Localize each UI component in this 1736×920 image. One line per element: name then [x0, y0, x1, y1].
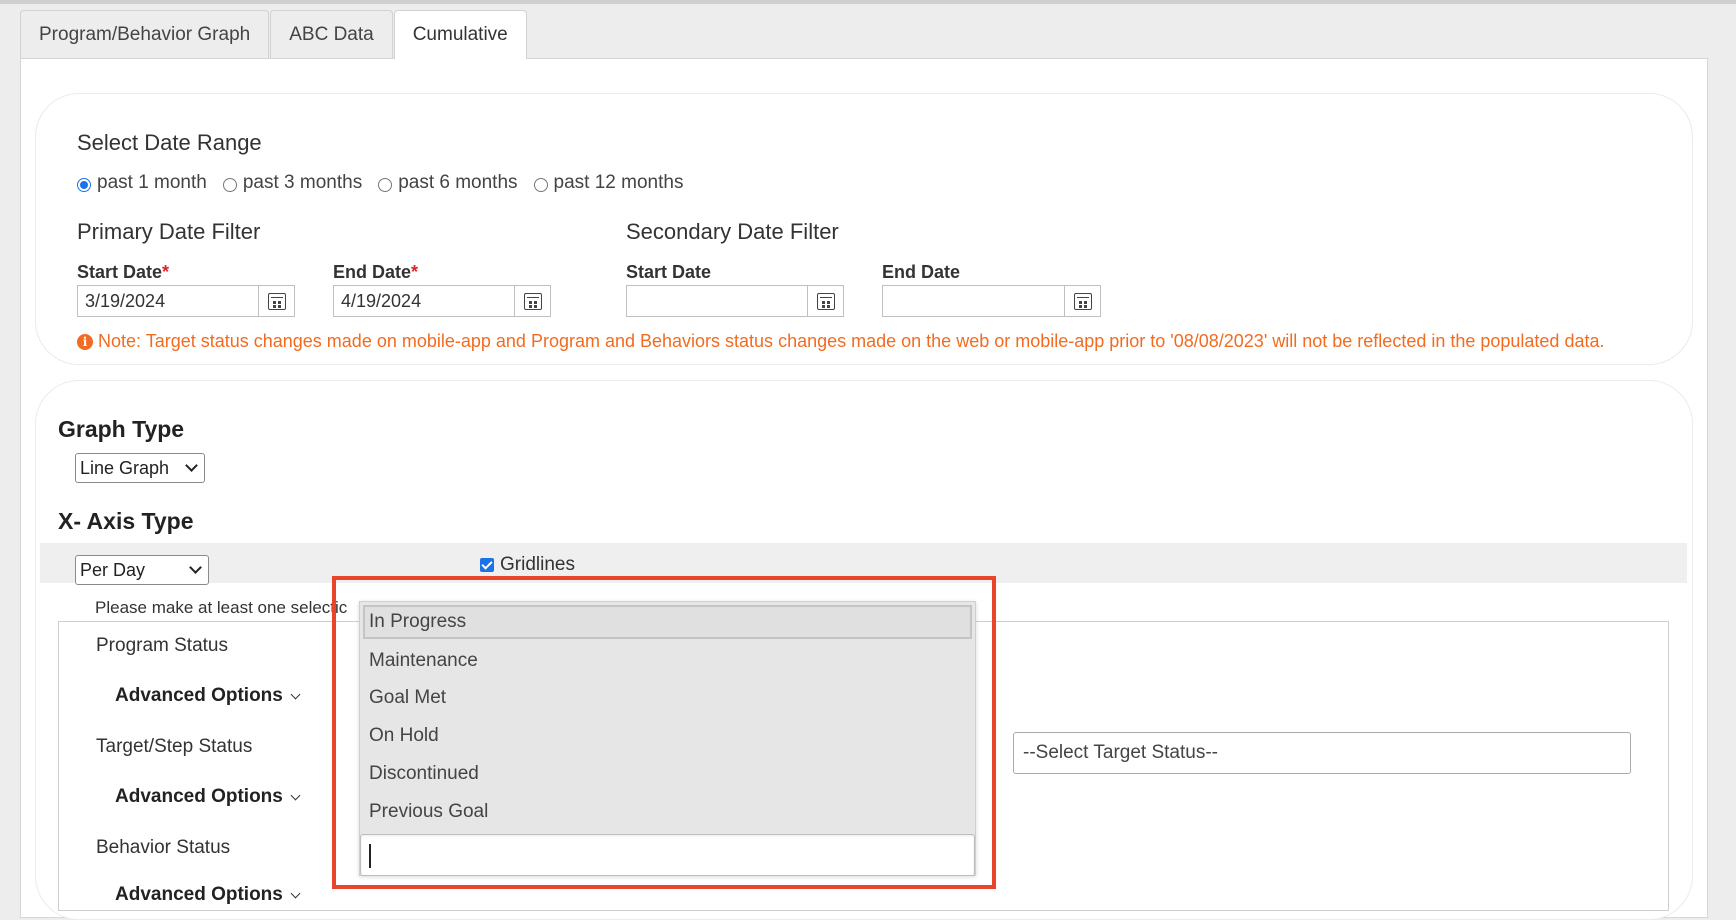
calendar-icon[interactable]: [514, 286, 550, 316]
radio-label: past 3 months: [242, 172, 363, 193]
advanced-options-label: Advanced Options: [115, 786, 283, 807]
secondary-end-date-label: End Date: [882, 262, 961, 282]
info-icon: i: [77, 333, 93, 350]
tab-cumulative[interactable]: Cumulative: [393, 10, 527, 59]
tab-program-behavior-graph[interactable]: Program/Behavior Graph: [20, 10, 270, 58]
date-range-title: Select Date Range: [77, 130, 262, 155]
calendar-icon[interactable]: [807, 286, 843, 316]
note-text: Note: Target status changes made on mobi…: [98, 331, 1605, 351]
x-axis-type-select[interactable]: Per Day: [75, 555, 209, 585]
date-range-radio-group: past 1 month past 3 months past 6 months…: [77, 172, 699, 194]
primary-start-date-field[interactable]: 3/19/2024: [77, 285, 295, 317]
x-axis-type-title: X- Axis Type: [58, 508, 194, 534]
radio-label: past 1 month: [97, 172, 207, 193]
radio-button[interactable]: [533, 178, 548, 192]
primary-start-date-label: Start Date*: [77, 262, 169, 283]
behavior-status-label: Behavior Status: [96, 837, 231, 858]
target-status-label: Target/Step Status: [96, 736, 253, 757]
data-note: i Note: Target status changes made on mo…: [77, 331, 1604, 352]
radio-past-12-months[interactable]: past 12 months: [533, 172, 684, 194]
program-status-label: Program Status: [96, 635, 228, 656]
radio-button[interactable]: [222, 178, 237, 192]
secondary-start-date-field[interactable]: [626, 285, 844, 317]
chevron-down-icon: [290, 689, 301, 699]
calendar-icon[interactable]: [258, 286, 294, 316]
tab-bar: Program/Behavior Graph ABC Data Cumulati…: [20, 10, 528, 59]
radio-button[interactable]: [378, 178, 393, 192]
radio-past-1-month[interactable]: past 1 month: [77, 172, 207, 194]
target-status-select[interactable]: --Select Target Status--: [1013, 732, 1631, 774]
tab-abc-data[interactable]: ABC Data: [270, 10, 393, 58]
calendar-icon[interactable]: [1064, 286, 1100, 316]
graph-type-value: Line Graph: [80, 457, 170, 478]
primary-end-date-field[interactable]: 4/19/2024: [333, 285, 551, 317]
selection-hint: Please make at least one selectic: [95, 598, 348, 617]
radio-past-6-months[interactable]: past 6 months: [378, 172, 518, 194]
required-mark: *: [162, 262, 170, 282]
chevron-down-icon: [185, 459, 198, 472]
program-advanced-options[interactable]: Advanced Options: [115, 685, 301, 707]
secondary-end-date-field[interactable]: [882, 285, 1101, 317]
date-value[interactable]: [883, 286, 1064, 316]
x-axis-type-value: Per Day: [80, 559, 146, 580]
gridlines-checkbox-row[interactable]: Gridlines: [480, 554, 575, 576]
radio-past-3-months[interactable]: past 3 months: [222, 172, 363, 194]
primary-end-date-label: End Date*: [333, 262, 418, 283]
label-text: Start Date: [77, 262, 163, 282]
date-value[interactable]: [627, 286, 807, 316]
secondary-start-date-label: Start Date: [626, 262, 712, 282]
required-mark: *: [411, 262, 419, 282]
behavior-advanced-options[interactable]: Advanced Options: [115, 884, 301, 906]
advanced-options-label: Advanced Options: [115, 685, 283, 706]
advanced-options-label: Advanced Options: [115, 884, 283, 905]
label-text: End Date: [333, 262, 412, 282]
graph-type-select[interactable]: Line Graph: [75, 453, 205, 483]
date-range-card: [35, 93, 1693, 365]
target-advanced-options[interactable]: Advanced Options: [115, 786, 301, 808]
radio-button[interactable]: [77, 178, 91, 192]
graph-type-title: Graph Type: [58, 416, 185, 442]
chevron-down-icon: [290, 790, 301, 800]
highlight-annotation: [332, 576, 996, 889]
gridlines-label: Gridlines: [500, 554, 575, 575]
primary-date-filter-title: Primary Date Filter: [77, 219, 261, 244]
chevron-down-icon: [189, 561, 202, 574]
date-value[interactable]: 3/19/2024: [78, 286, 258, 316]
gridlines-checkbox[interactable]: [480, 558, 494, 572]
radio-label: past 12 months: [553, 172, 684, 193]
radio-label: past 6 months: [398, 172, 518, 193]
secondary-date-filter-title: Secondary Date Filter: [626, 219, 839, 244]
date-value[interactable]: 4/19/2024: [334, 286, 514, 316]
chevron-down-icon: [290, 888, 301, 898]
